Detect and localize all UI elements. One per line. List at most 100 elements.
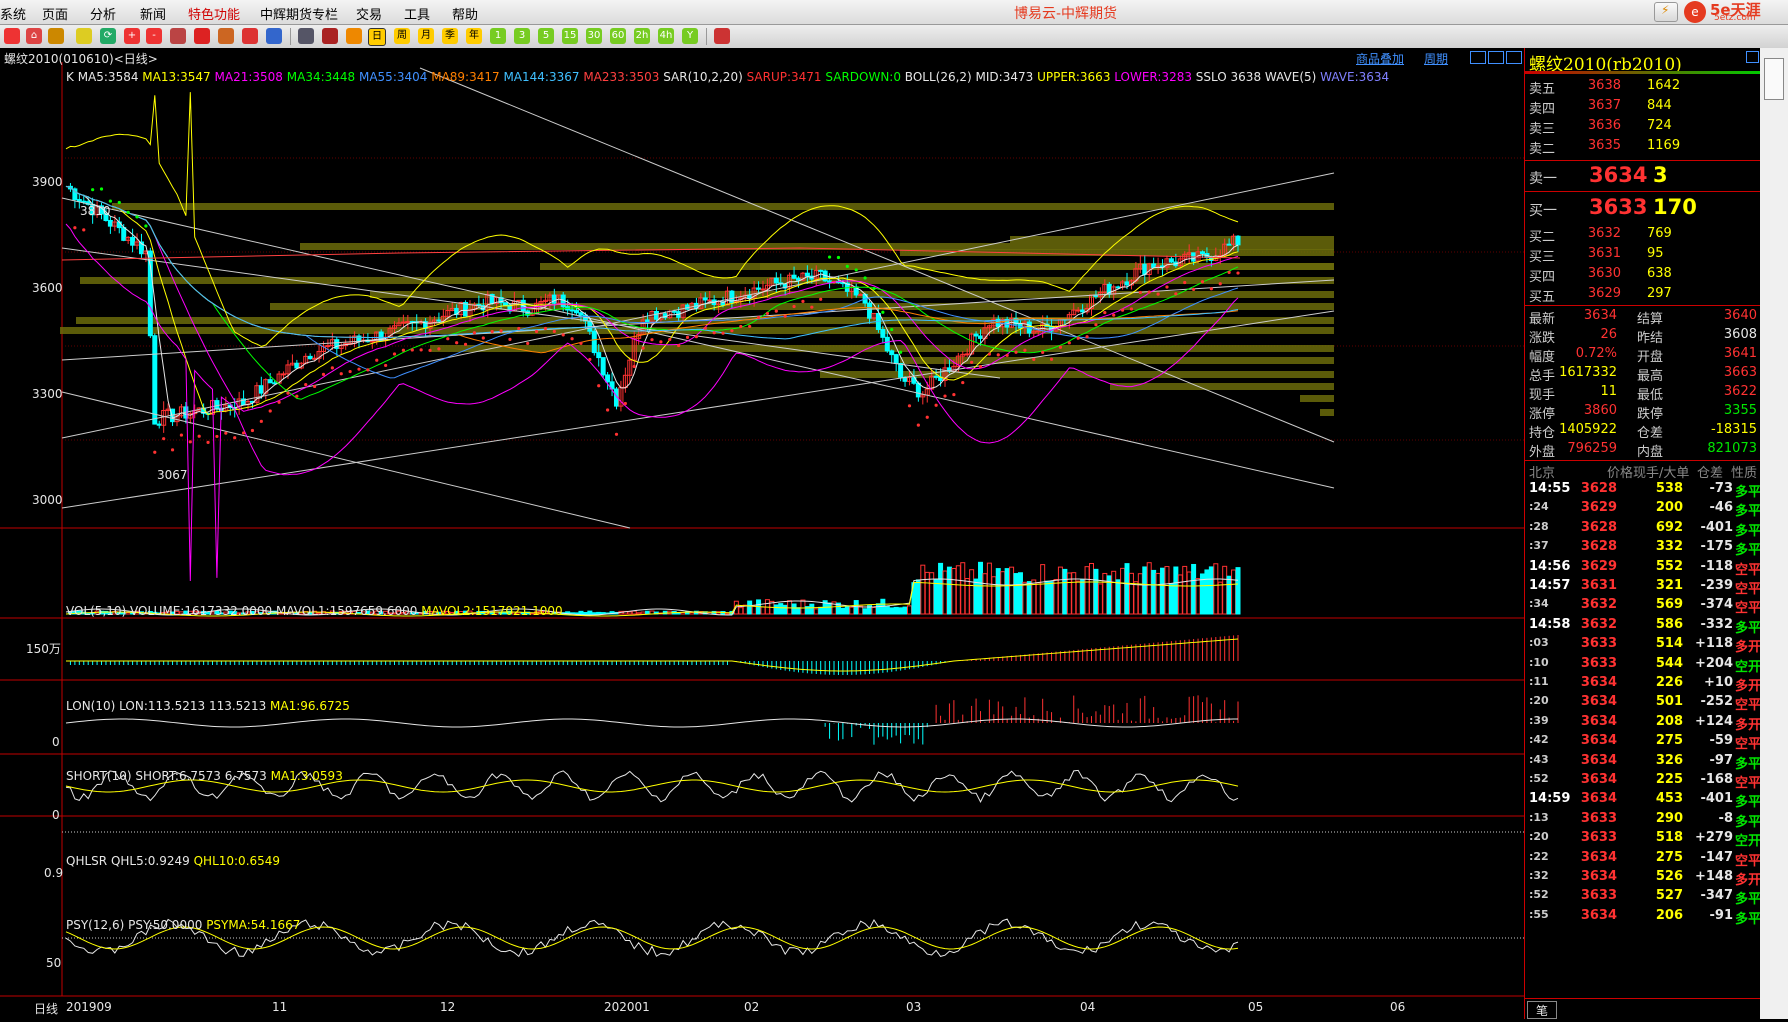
period-season-button[interactable]: 季 (442, 28, 458, 44)
menu-tools[interactable]: 工具 (404, 4, 430, 23)
period-4h-button[interactable]: 4h (658, 28, 674, 44)
period-2h-button[interactable]: 2h (634, 28, 650, 44)
candle-body (569, 309, 575, 312)
ask-price: 3637 (1587, 98, 1621, 113)
prev-icon[interactable] (1470, 51, 1486, 64)
filter-icon[interactable] (242, 28, 258, 44)
volume-bar (791, 603, 797, 615)
menu-help[interactable]: 帮助 (452, 4, 478, 23)
period-y-button[interactable]: Y (682, 28, 698, 44)
sar-dot (1049, 357, 1054, 361)
sar-dot (348, 369, 352, 374)
sar-dot (881, 310, 885, 314)
bid-label: 买五 (1529, 290, 1556, 305)
home-icon[interactable]: ⌂ (26, 28, 42, 44)
sar-dot (330, 366, 334, 370)
tick-time: :20 (1529, 830, 1549, 844)
period-month-button[interactable]: 月 (418, 28, 434, 44)
sar-dot (756, 315, 761, 320)
qhlsr-v2: QHL10:0.6549 (193, 854, 281, 868)
bid-label: 买四 (1529, 270, 1556, 285)
tick-nature: 多平 (1734, 504, 1761, 520)
qhlsr-legend: QHLSR QHL5:0.9249 QHL10:0.6549 (66, 854, 280, 868)
sar-dot (579, 341, 583, 345)
period-day-button[interactable]: 日 (368, 28, 386, 46)
menu-analysis[interactable]: 分析 (90, 4, 116, 23)
period-year-button[interactable]: 年 (466, 28, 482, 44)
volume-bar (884, 605, 890, 615)
back-icon[interactable] (4, 28, 20, 44)
period-30min-button[interactable]: 30 (586, 28, 602, 44)
tick-oi: +279 (1694, 830, 1733, 846)
tick-price: 3629 (1580, 500, 1617, 516)
tick-nature: 空开 (1734, 834, 1761, 850)
lightning-button[interactable]: ⚡ (1654, 2, 1678, 22)
sar-dot (916, 423, 920, 427)
window-icon[interactable] (170, 28, 186, 44)
sar-dot (614, 432, 619, 436)
period-5min-button[interactable]: 5 (538, 28, 554, 44)
scroll-handle[interactable] (1764, 58, 1784, 100)
candle-body (600, 357, 606, 376)
sar-dot (819, 297, 823, 301)
grid-icon[interactable] (298, 28, 314, 44)
price-tick: 3000 (32, 493, 63, 507)
instrument-title: 螺纹2010(010610)<日线> (4, 52, 158, 66)
pen-icon[interactable] (194, 28, 210, 44)
overlay-link[interactable]: 商品叠加 (1356, 50, 1404, 67)
period-link[interactable]: 周期 (1424, 50, 1448, 67)
menu-news[interactable]: 新闻 (140, 4, 166, 23)
menu-page[interactable]: 页面 (42, 4, 68, 23)
lock-icon[interactable] (76, 28, 92, 44)
qhlsr-axis: 0.9 (44, 866, 64, 880)
candle-body (1168, 258, 1174, 263)
period-15min-button[interactable]: 15 (562, 28, 578, 44)
tick-time: :10 (1529, 655, 1549, 669)
tab-ticks[interactable]: 笔 (1527, 1001, 1557, 1019)
sar-dot (1032, 357, 1036, 362)
candle-body (653, 310, 659, 320)
stat-value: 3355 (1723, 403, 1757, 418)
tick-oi: -168 (1700, 772, 1733, 787)
zoom-out-icon[interactable]: - (146, 28, 162, 44)
kline-chart[interactable] (0, 48, 1524, 1019)
period-60min-button[interactable]: 60 (610, 28, 626, 44)
trend-icon[interactable] (218, 28, 234, 44)
tick-nature: 空平 (1734, 698, 1761, 714)
menu-broker-column[interactable]: 中辉期货专栏 (260, 4, 338, 23)
compass-icon[interactable] (266, 28, 282, 44)
bid-row: 买三 3631 95 (1525, 246, 1761, 266)
chart-area[interactable]: 螺纹2010(010610)<日线> 商品叠加 周期 K MA5:3584 MA… (0, 48, 1524, 1019)
sar-dot (401, 348, 405, 352)
next-icon[interactable] (1488, 51, 1504, 64)
volume-bar (782, 604, 788, 615)
side-scrollbar[interactable] (1760, 48, 1788, 1019)
stat-row: 外盘 796259 内盘 821073 (1525, 441, 1761, 461)
period-week-button[interactable]: 周 (394, 28, 410, 44)
sar-dot (1085, 335, 1089, 339)
calendar-icon[interactable] (714, 28, 730, 44)
tick-price: 3634 (1580, 713, 1617, 729)
line-chart-icon[interactable] (322, 28, 338, 44)
candle-body (645, 319, 651, 323)
sar-dot (925, 415, 929, 419)
tick-oi: +204 (1694, 655, 1733, 671)
sar-dot (570, 337, 574, 341)
refresh-icon[interactable]: ⟳ (100, 28, 116, 44)
tick-time: :37 (1529, 539, 1549, 553)
tick-time: :24 (1529, 500, 1549, 514)
period-1min-button[interactable]: 1 (490, 28, 506, 44)
menu-special[interactable]: 特色功能 (188, 4, 240, 23)
tick-volume: 518 (1655, 830, 1683, 846)
restore-icon[interactable] (1506, 51, 1522, 64)
stat-label: 昨结 (1637, 331, 1664, 346)
menu-system[interactable]: 系统 (0, 4, 26, 23)
tick-time: 14:55 (1529, 481, 1571, 496)
maximize-icon[interactable] (1746, 51, 1759, 63)
book-icon[interactable] (48, 28, 64, 44)
zoom-in-icon[interactable]: + (124, 28, 140, 44)
tick-icon[interactable] (346, 28, 362, 44)
sar-dot (526, 341, 530, 346)
menu-trade[interactable]: 交易 (356, 4, 382, 23)
period-3min-button[interactable]: 3 (514, 28, 530, 44)
